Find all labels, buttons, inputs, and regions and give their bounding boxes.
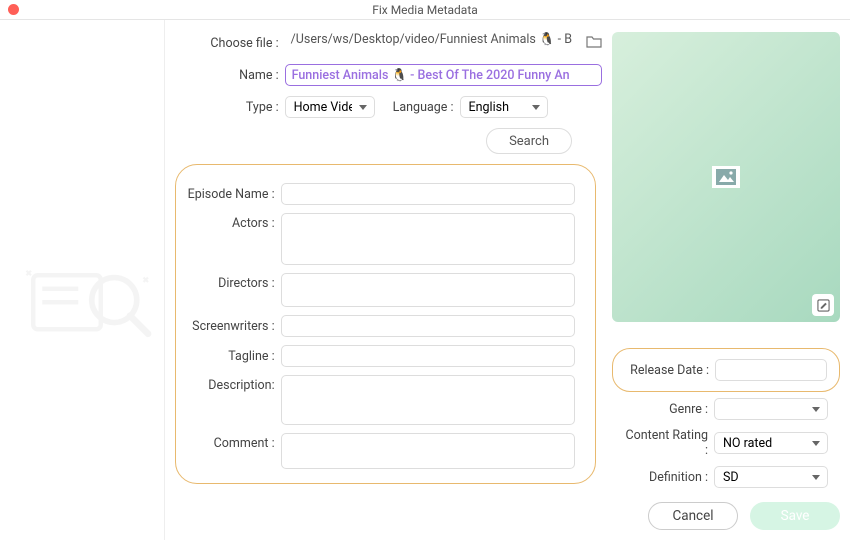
main: Choose file : /Users/ws/Desktop/video/Fu…	[0, 20, 850, 540]
image-placeholder-icon	[712, 166, 740, 188]
sidebar	[0, 20, 165, 540]
definition-label: Definition :	[624, 470, 714, 485]
actors-input[interactable]	[281, 213, 575, 265]
screenwriters-label: Screenwriters :	[186, 319, 281, 334]
name-label: Name :	[175, 68, 285, 83]
genre-label: Genre :	[624, 402, 714, 417]
left-panel: Choose file : /Users/ws/Desktop/video/Fu…	[175, 32, 602, 532]
episode-name-label: Episode Name :	[186, 187, 281, 202]
type-lang-row: Type : Home Vide… Language : English	[175, 96, 602, 118]
cancel-button[interactable]: Cancel	[648, 502, 738, 530]
footer-buttons: Cancel Save	[612, 502, 840, 530]
screenwriters-input[interactable]	[281, 315, 575, 337]
meta-rows: Genre : Content Rating : NO rated Defini…	[612, 392, 840, 488]
window-controls	[8, 4, 19, 15]
details-box: Episode Name : Actors : Directors : Scre…	[175, 164, 596, 484]
search-button[interactable]: Search	[486, 128, 572, 154]
actors-label: Actors :	[186, 213, 281, 231]
right-panel: Release Date : Genre : Content Rating : …	[612, 32, 840, 532]
comment-label: Comment :	[186, 433, 281, 451]
genre-select[interactable]	[714, 398, 828, 420]
search-row: Search	[175, 128, 602, 154]
directors-input[interactable]	[281, 273, 575, 307]
type-label: Type :	[175, 100, 285, 115]
language-select[interactable]: English	[460, 96, 548, 118]
content: Choose file : /Users/ws/Desktop/video/Fu…	[165, 20, 850, 540]
poster-preview	[612, 32, 840, 322]
name-input[interactable]	[285, 64, 602, 86]
search-illustration-icon	[22, 255, 157, 345]
file-path-display: /Users/ws/Desktop/video/Funniest Animals…	[285, 32, 578, 54]
description-label: Description:	[186, 375, 281, 393]
definition-select[interactable]: SD	[714, 466, 828, 488]
release-date-input[interactable]	[715, 359, 827, 381]
directors-label: Directors :	[186, 273, 281, 291]
episode-name-input[interactable]	[281, 183, 575, 205]
choose-file-label: Choose file :	[175, 36, 285, 51]
save-button[interactable]: Save	[750, 502, 840, 530]
tagline-label: Tagline :	[186, 349, 281, 364]
window-title: Fix Media Metadata	[0, 3, 850, 17]
folder-icon[interactable]	[586, 35, 602, 52]
tagline-input[interactable]	[281, 345, 575, 367]
content-rating-label: Content Rating :	[624, 428, 714, 458]
close-window-icon[interactable]	[8, 4, 19, 15]
meta-box: Release Date :	[612, 348, 840, 392]
titlebar: Fix Media Metadata	[0, 0, 850, 20]
description-input[interactable]	[281, 375, 575, 425]
comment-input[interactable]	[281, 433, 575, 469]
type-select[interactable]: Home Vide…	[285, 96, 375, 118]
choose-file-row: Choose file : /Users/ws/Desktop/video/Fu…	[175, 32, 602, 54]
language-label: Language :	[375, 100, 460, 115]
release-date-label: Release Date :	[625, 363, 715, 378]
name-row: Name :	[175, 64, 602, 86]
content-rating-select[interactable]: NO rated	[714, 432, 828, 454]
edit-poster-button[interactable]	[812, 294, 834, 316]
